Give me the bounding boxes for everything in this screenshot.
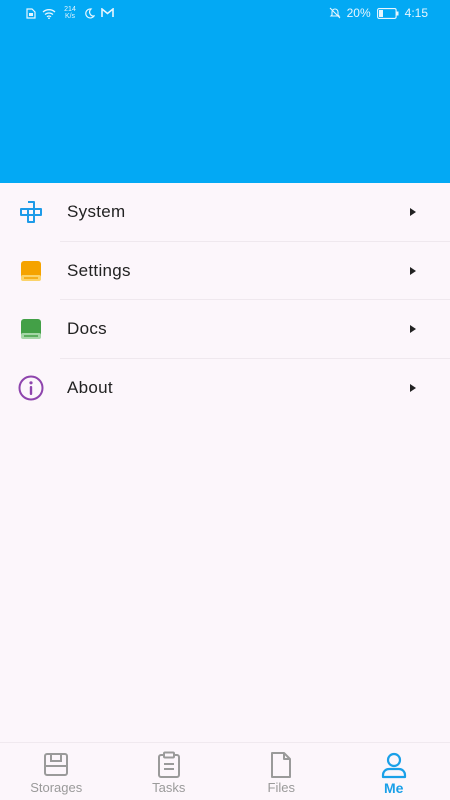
wifi-icon	[42, 8, 56, 19]
moon-icon	[84, 7, 95, 19]
bottom-navigation: Storages Tasks Files Me	[0, 742, 450, 800]
net-speed-unit: K/s	[64, 13, 76, 20]
nav-item-storages[interactable]: Storages	[0, 743, 113, 800]
profile-header	[0, 26, 450, 183]
battery-percent: 20%	[346, 6, 371, 20]
storage-icon	[42, 751, 70, 779]
nav-label: Files	[267, 780, 295, 795]
mute-icon	[329, 7, 341, 19]
menu-item-label: Settings	[67, 260, 131, 280]
nav-label: Storages	[30, 780, 83, 795]
nav-label: Me	[384, 780, 404, 796]
chevron-right-icon	[410, 266, 416, 275]
menu-item-system[interactable]: System	[0, 183, 450, 242]
settings-menu: System Settings Docs About	[0, 183, 450, 417]
gmail-icon	[101, 8, 114, 18]
menu-item-about[interactable]: About	[0, 359, 450, 418]
nav-item-files[interactable]: Files	[225, 743, 338, 800]
battery-icon	[376, 7, 399, 19]
chevron-right-icon	[410, 325, 416, 334]
net-speed: 214 K/s	[62, 6, 78, 20]
clipboard-icon	[155, 751, 183, 779]
sim-icon	[26, 7, 36, 19]
system-icon	[17, 198, 45, 226]
status-bar-left: 214 K/s	[26, 6, 114, 20]
info-icon	[17, 374, 45, 402]
chevron-right-icon	[410, 383, 416, 392]
status-bar: 214 K/s 20% 4:15	[0, 0, 450, 26]
net-speed-value: 214	[64, 6, 76, 13]
person-icon	[380, 751, 408, 779]
menu-item-docs[interactable]: Docs	[0, 300, 450, 359]
nav-label: Tasks	[152, 780, 186, 795]
status-bar-right: 20% 4:15	[329, 6, 428, 20]
chevron-right-icon	[410, 208, 416, 217]
nav-item-tasks[interactable]: Tasks	[113, 743, 226, 800]
file-icon	[267, 751, 295, 779]
docs-book-icon	[17, 315, 45, 343]
menu-item-settings[interactable]: Settings	[0, 242, 450, 300]
nav-item-me[interactable]: Me	[338, 743, 450, 800]
menu-item-label: System	[67, 202, 126, 222]
menu-item-label: About	[67, 377, 113, 397]
menu-item-label: Docs	[67, 319, 107, 339]
clock: 4:15	[404, 6, 428, 20]
settings-book-icon	[17, 257, 45, 285]
